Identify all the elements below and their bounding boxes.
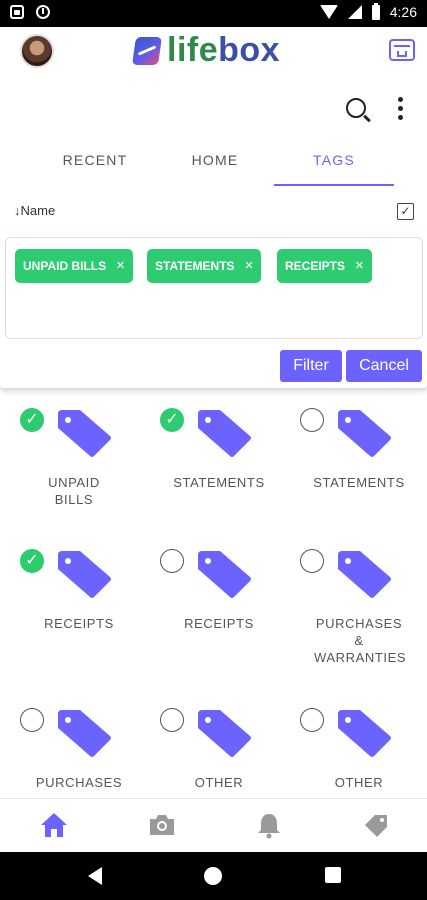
alert-notification-icon bbox=[36, 5, 50, 19]
gallery-notification-icon bbox=[10, 5, 24, 19]
tag-icon bbox=[58, 410, 111, 457]
sort-label: Name bbox=[20, 203, 56, 218]
sort-row: ↓Name ✓ bbox=[0, 200, 427, 224]
filter-panel: UNPAID BILLS × STATEMENTS × RECEIPTS × F… bbox=[0, 230, 427, 388]
camera-icon[interactable] bbox=[147, 811, 177, 839]
tag-icon bbox=[58, 551, 111, 598]
bell-icon[interactable] bbox=[254, 811, 284, 839]
tag-icon bbox=[338, 410, 391, 457]
unchecked-circle-icon[interactable] bbox=[300, 708, 324, 732]
tag-label: RECEIPTS bbox=[44, 616, 114, 631]
status-bar: 4:26 bbox=[0, 0, 427, 27]
select-mode-checkbox[interactable]: ✓ bbox=[397, 203, 414, 220]
filter-button[interactable]: Filter bbox=[280, 350, 342, 382]
chip-unpaid-bills: UNPAID BILLS × bbox=[15, 249, 133, 283]
checked-circle-icon[interactable]: ✓ bbox=[20, 408, 44, 432]
tag-icon bbox=[198, 551, 251, 598]
tag-item[interactable]: RECEIPTS bbox=[144, 529, 284, 669]
unchecked-circle-icon[interactable] bbox=[160, 708, 184, 732]
chip-receipts: RECEIPTS × bbox=[277, 249, 372, 283]
unchecked-circle-icon[interactable] bbox=[160, 549, 184, 573]
battery-icon bbox=[371, 2, 380, 20]
unchecked-circle-icon[interactable] bbox=[20, 708, 44, 732]
tag-label: UNPAID BILLS bbox=[48, 475, 100, 507]
logo-text: lifebox bbox=[167, 31, 280, 70]
tag-item[interactable]: ✓ STATEMENTS bbox=[144, 388, 284, 528]
tag-item[interactable]: PURCHASES bbox=[4, 688, 144, 798]
checked-circle-icon[interactable]: ✓ bbox=[20, 549, 44, 573]
tag-label: PURCHASES bbox=[35, 775, 123, 790]
home-circle-icon[interactable] bbox=[204, 867, 222, 885]
lifebox-logo: lifebox bbox=[132, 31, 280, 70]
unchecked-circle-icon[interactable] bbox=[300, 549, 324, 573]
tab-home[interactable]: HOME bbox=[150, 138, 280, 186]
tag-item[interactable]: OTHER bbox=[144, 688, 284, 798]
lifebox-logo-mark-icon bbox=[132, 36, 162, 65]
tag-label: RECEIPTS bbox=[184, 616, 254, 631]
tag-label: OTHER bbox=[334, 775, 384, 790]
cancel-button[interactable]: Cancel bbox=[346, 350, 422, 382]
checked-circle-icon[interactable]: ✓ bbox=[160, 408, 184, 432]
tag-label: STATEMENTS bbox=[173, 475, 265, 490]
tag-icon bbox=[58, 710, 111, 757]
chip-remove-icon[interactable]: × bbox=[355, 249, 364, 283]
back-icon[interactable] bbox=[88, 867, 102, 885]
tag-icon bbox=[198, 410, 251, 457]
tab-bar: RECENT HOME TAGS bbox=[0, 138, 427, 186]
selected-tags-box: UNPAID BILLS × STATEMENTS × RECEIPTS × bbox=[5, 237, 423, 339]
signal-icon bbox=[347, 5, 362, 19]
tab-tags[interactable]: TAGS bbox=[274, 138, 394, 186]
wifi-icon bbox=[319, 5, 338, 19]
unchecked-circle-icon[interactable] bbox=[300, 408, 324, 432]
inbox-icon[interactable] bbox=[389, 39, 415, 61]
more-options-icon[interactable] bbox=[398, 97, 404, 123]
chip-label: UNPAID BILLS bbox=[23, 259, 107, 273]
tag-grid: ✓ UNPAID BILLS ✓ STATEMENTS STATEMENTS ✓ RECEI… bbox=[0, 388, 427, 798]
tag-icon bbox=[338, 710, 391, 757]
tag-label: STATEMENTS bbox=[313, 475, 405, 490]
chip-label: STATEMENTS bbox=[155, 259, 235, 273]
tag-item[interactable]: ✓ RECEIPTS bbox=[4, 529, 144, 669]
tag-item[interactable]: OTHER bbox=[284, 688, 424, 798]
tag-item[interactable]: PURCHASES & WARRANTIES bbox=[284, 529, 424, 669]
chip-remove-icon[interactable]: × bbox=[116, 249, 125, 283]
avatar[interactable] bbox=[20, 34, 54, 68]
tag-icon bbox=[198, 710, 251, 757]
android-navigation-bar bbox=[0, 852, 427, 900]
chip-label: RECEIPTS bbox=[285, 259, 346, 273]
status-time: 4:26 bbox=[389, 4, 417, 20]
logo-text-box: box bbox=[218, 31, 281, 69]
toolbar bbox=[0, 90, 427, 130]
tag-item[interactable]: ✓ UNPAID BILLS bbox=[4, 388, 144, 528]
tag-icon bbox=[338, 551, 391, 598]
bottom-navigation bbox=[0, 798, 427, 852]
tag-label: OTHER bbox=[194, 775, 244, 790]
tag-icon[interactable] bbox=[361, 811, 391, 839]
chip-remove-icon[interactable]: × bbox=[245, 249, 254, 283]
tab-recent[interactable]: RECENT bbox=[30, 138, 160, 186]
home-icon[interactable] bbox=[39, 811, 69, 839]
tag-item[interactable]: STATEMENTS bbox=[284, 388, 424, 528]
app-header: lifebox bbox=[0, 27, 427, 77]
recent-apps-icon[interactable] bbox=[325, 867, 341, 883]
logo-text-life: life bbox=[167, 31, 219, 69]
tag-label: PURCHASES & WARRANTIES bbox=[314, 616, 407, 665]
sort-by-name-button[interactable]: ↓Name bbox=[14, 203, 55, 218]
chip-statements: STATEMENTS × bbox=[147, 249, 262, 283]
search-icon[interactable] bbox=[346, 98, 366, 118]
